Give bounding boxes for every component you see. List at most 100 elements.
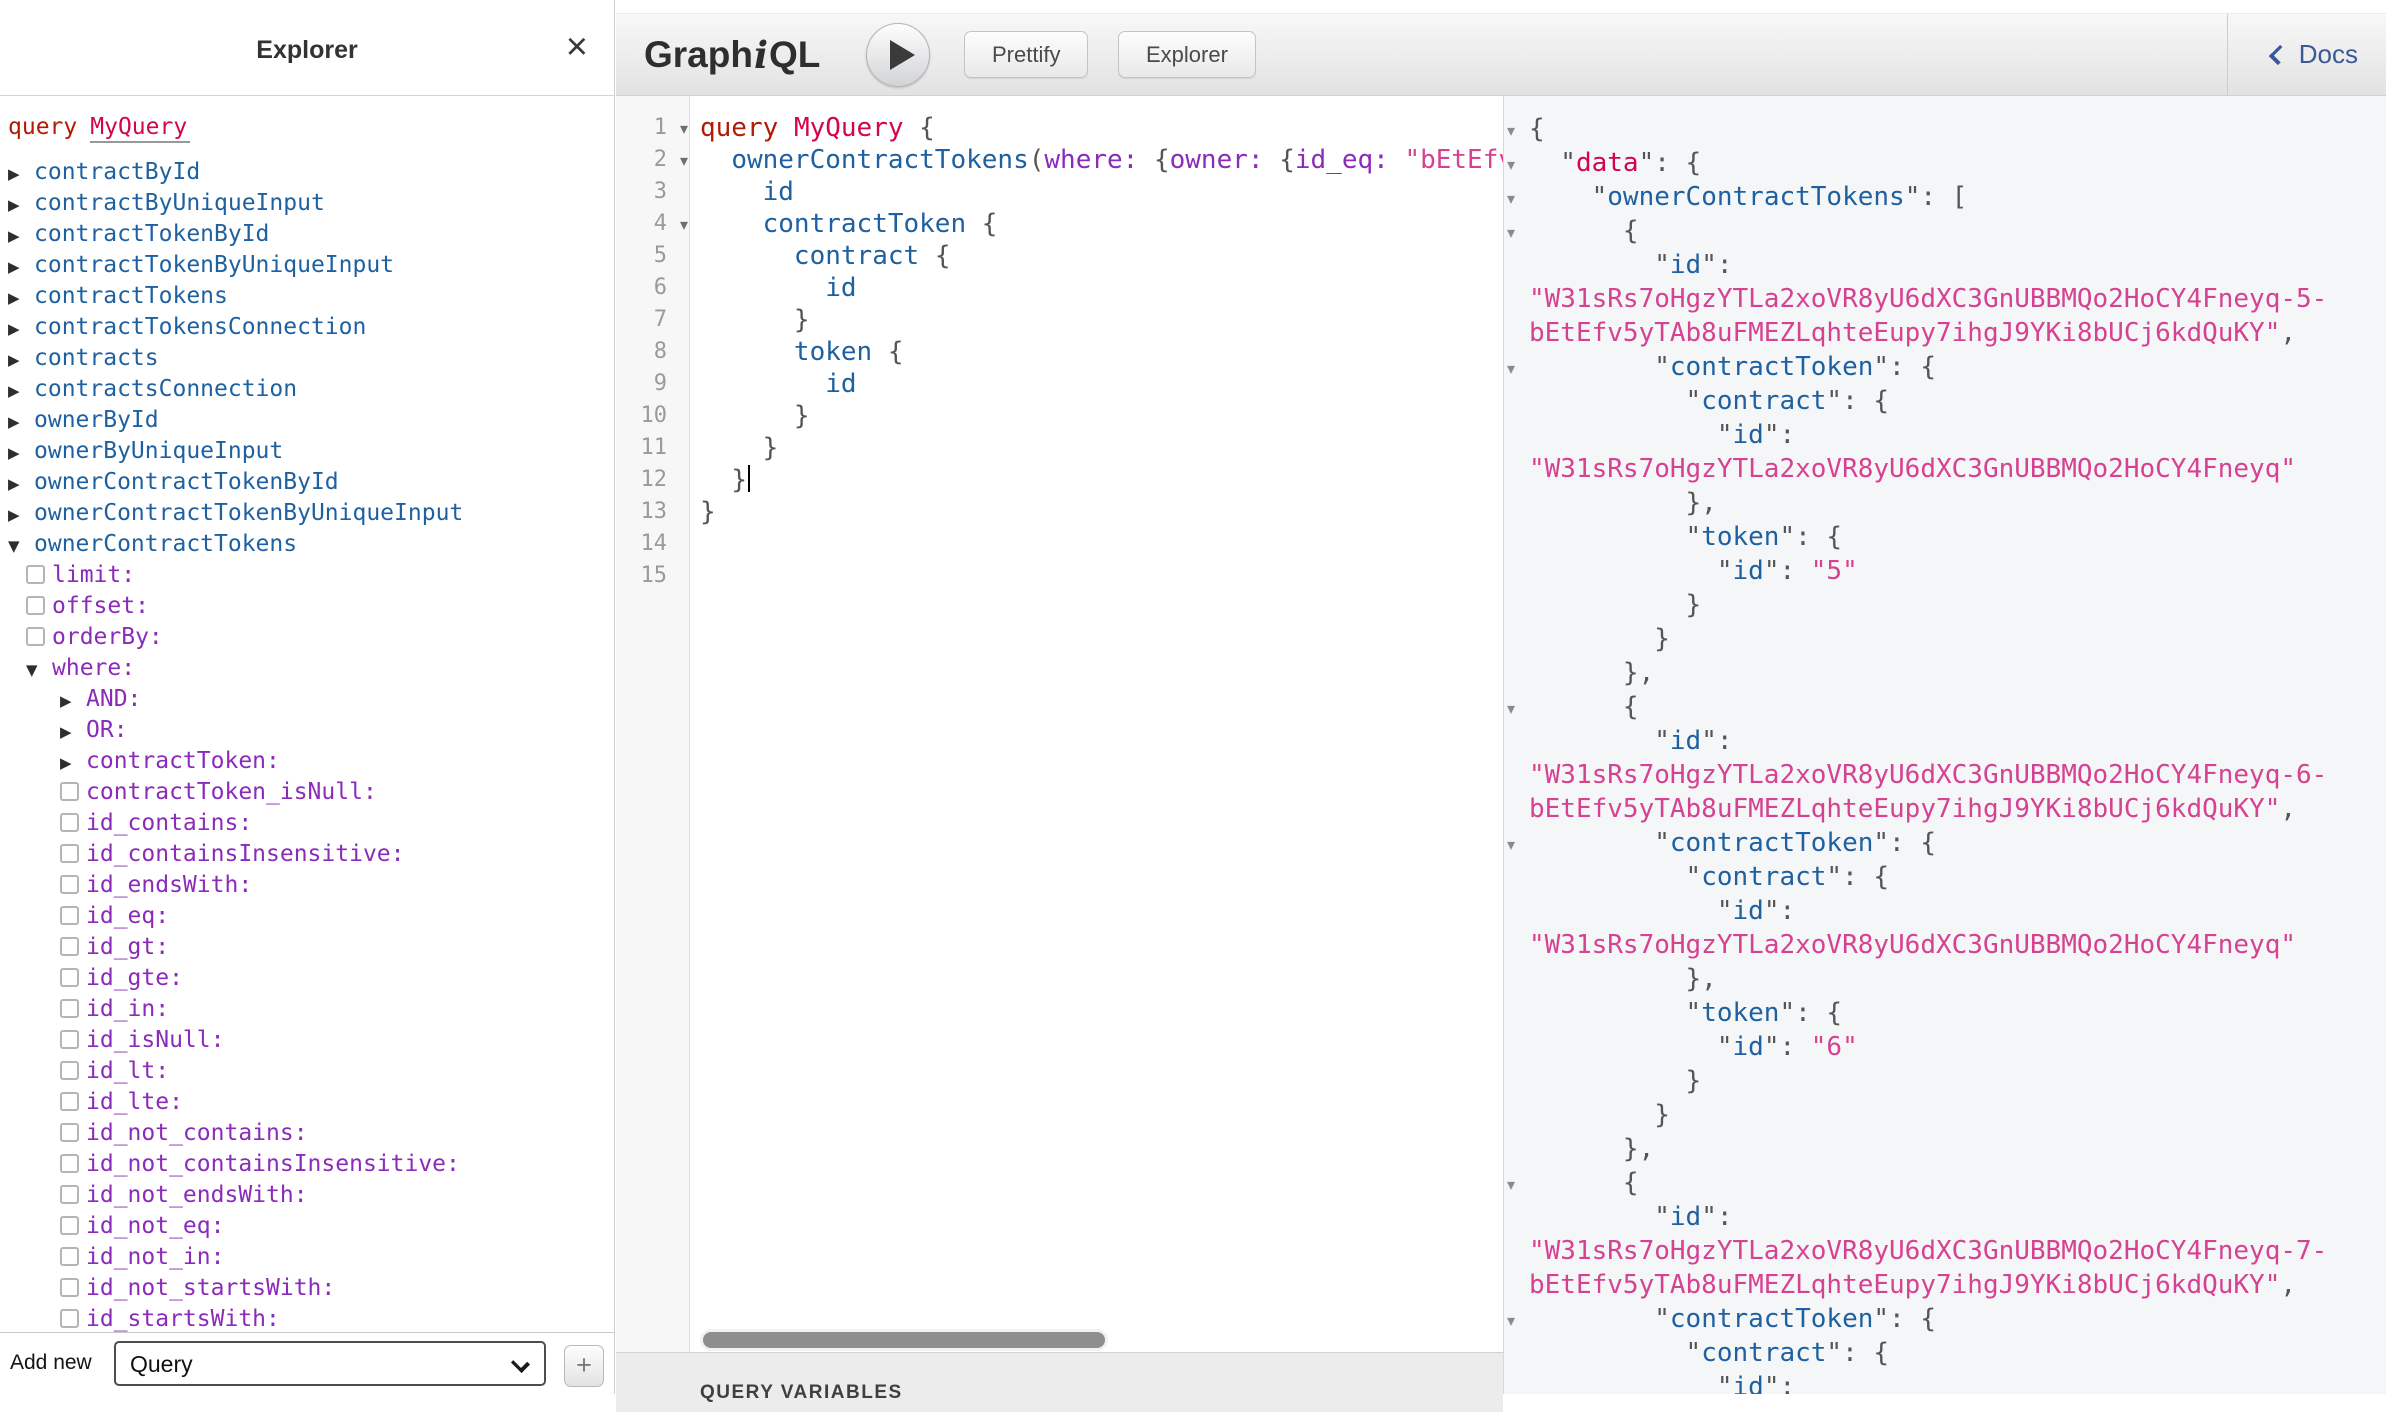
checkbox[interactable] bbox=[26, 565, 45, 584]
checkbox[interactable] bbox=[60, 782, 79, 801]
tree-item-contractTokenByUniqueInput[interactable]: ▶contractTokenByUniqueInput bbox=[0, 250, 614, 281]
code-line[interactable] bbox=[700, 528, 1503, 560]
fold-arrow-icon[interactable]: ▾ bbox=[1507, 148, 1515, 182]
fold-arrow-icon[interactable]: ▾ bbox=[1507, 1304, 1515, 1338]
tree-item-id_in[interactable]: id_in: bbox=[0, 994, 614, 1025]
fold-arrow-icon[interactable]: ▾ bbox=[1507, 692, 1515, 726]
chevron-down-icon[interactable]: ▼ bbox=[26, 655, 52, 686]
chevron-right-icon[interactable]: ▶ bbox=[8, 252, 34, 283]
tree-item-id_startsWith[interactable]: id_startsWith: bbox=[0, 1304, 614, 1332]
tree-item-contractToken[interactable]: ▶contractToken: bbox=[0, 746, 614, 777]
tree-item-id_containsInsensitive[interactable]: id_containsInsensitive: bbox=[0, 839, 614, 870]
code-line[interactable]: id bbox=[700, 176, 1503, 208]
execute-query-button[interactable] bbox=[866, 23, 930, 87]
tree-item-id_eq[interactable]: id_eq: bbox=[0, 901, 614, 932]
checkbox[interactable] bbox=[26, 596, 45, 615]
code-line[interactable]: contract { bbox=[700, 240, 1503, 272]
code-line[interactable]: } bbox=[700, 464, 1503, 496]
prettify-button[interactable]: Prettify bbox=[964, 31, 1088, 78]
tree-item-id_gt[interactable]: id_gt: bbox=[0, 932, 614, 963]
tree-item-where[interactable]: ▼where: bbox=[0, 653, 614, 684]
fold-arrow-icon[interactable]: ▾ bbox=[1507, 182, 1515, 216]
tree-item-contractToken_isNull[interactable]: contractToken_isNull: bbox=[0, 777, 614, 808]
tree-item-contractTokens[interactable]: ▶contractTokens bbox=[0, 281, 614, 312]
fold-arrow-icon[interactable]: ▾ bbox=[1507, 352, 1515, 386]
query-name-row[interactable]: queryMyQuery bbox=[0, 112, 614, 143]
fold-arrow-icon[interactable]: ▾ bbox=[1507, 114, 1515, 148]
tree-item-id_not_containsInsensitive[interactable]: id_not_containsInsensitive: bbox=[0, 1149, 614, 1180]
tree-item-OR[interactable]: ▶OR: bbox=[0, 715, 614, 746]
tree-item-contractByUniqueInput[interactable]: ▶contractByUniqueInput bbox=[0, 188, 614, 219]
horizontal-scrollbar[interactable] bbox=[700, 1329, 1108, 1351]
fold-arrow-icon[interactable]: ▾ bbox=[1507, 216, 1515, 250]
checkbox[interactable] bbox=[60, 1216, 79, 1235]
tree-item-id_lt[interactable]: id_lt: bbox=[0, 1056, 614, 1087]
tree-item-ownerByUniqueInput[interactable]: ▶ownerByUniqueInput bbox=[0, 436, 614, 467]
code-line[interactable]: } bbox=[700, 304, 1503, 336]
tree-item-offset[interactable]: offset: bbox=[0, 591, 614, 622]
tree-item-contractById[interactable]: ▶contractById bbox=[0, 157, 614, 188]
checkbox[interactable] bbox=[60, 1247, 79, 1266]
code-line[interactable]: query MyQuery { bbox=[700, 112, 1503, 144]
checkbox[interactable] bbox=[60, 1092, 79, 1111]
checkbox[interactable] bbox=[60, 906, 79, 925]
checkbox[interactable] bbox=[60, 999, 79, 1018]
tree-item-limit[interactable]: limit: bbox=[0, 560, 614, 591]
checkbox[interactable] bbox=[60, 1278, 79, 1297]
code-line[interactable]: } bbox=[700, 432, 1503, 464]
tree-item-orderBy[interactable]: orderBy: bbox=[0, 622, 614, 653]
fold-arrow-icon[interactable]: ▾ bbox=[680, 209, 688, 241]
tree-item-id_not_contains[interactable]: id_not_contains: bbox=[0, 1118, 614, 1149]
fold-arrow-icon[interactable]: ▾ bbox=[1507, 828, 1515, 862]
explorer-toggle-button[interactable]: Explorer bbox=[1118, 31, 1256, 78]
chevron-right-icon[interactable]: ▶ bbox=[8, 469, 34, 500]
docs-link[interactable]: Docs bbox=[2271, 14, 2358, 95]
chevron-right-icon[interactable]: ▶ bbox=[60, 686, 86, 717]
fold-arrow-icon[interactable]: ▾ bbox=[680, 113, 688, 145]
checkbox[interactable] bbox=[60, 1061, 79, 1080]
code-line[interactable]: ownerContractTokens(where: {owner: {id_e… bbox=[700, 144, 1503, 176]
code-line[interactable]: id bbox=[700, 368, 1503, 400]
tree-item-ownerContractTokenById[interactable]: ▶ownerContractTokenById bbox=[0, 467, 614, 498]
code-line[interactable]: contractToken { bbox=[700, 208, 1503, 240]
chevron-right-icon[interactable]: ▶ bbox=[60, 717, 86, 748]
code-line[interactable]: id bbox=[700, 272, 1503, 304]
checkbox[interactable] bbox=[26, 627, 45, 646]
checkbox[interactable] bbox=[60, 844, 79, 863]
close-icon[interactable]: × bbox=[566, 28, 588, 66]
checkbox[interactable] bbox=[60, 1309, 79, 1328]
code-line[interactable]: } bbox=[700, 496, 1503, 528]
add-operation-button[interactable]: + bbox=[564, 1345, 604, 1387]
tree-item-AND[interactable]: ▶AND: bbox=[0, 684, 614, 715]
chevron-right-icon[interactable]: ▶ bbox=[8, 221, 34, 252]
tree-item-id_endsWith[interactable]: id_endsWith: bbox=[0, 870, 614, 901]
code-line[interactable]: token { bbox=[700, 336, 1503, 368]
add-new-type-select[interactable]: Query bbox=[114, 1341, 546, 1386]
tree-item-id_contains[interactable]: id_contains: bbox=[0, 808, 614, 839]
chevron-right-icon[interactable]: ▶ bbox=[8, 314, 34, 345]
checkbox[interactable] bbox=[60, 1123, 79, 1142]
tree-item-id_isNull[interactable]: id_isNull: bbox=[0, 1025, 614, 1056]
tree-item-contractTokenById[interactable]: ▶contractTokenById bbox=[0, 219, 614, 250]
chevron-right-icon[interactable]: ▶ bbox=[8, 500, 34, 531]
chevron-right-icon[interactable]: ▶ bbox=[8, 438, 34, 469]
checkbox[interactable] bbox=[60, 875, 79, 894]
chevron-right-icon[interactable]: ▶ bbox=[8, 376, 34, 407]
fold-arrow-icon[interactable]: ▾ bbox=[680, 145, 688, 177]
tree-item-ownerById[interactable]: ▶ownerById bbox=[0, 405, 614, 436]
tree-item-id_not_startsWith[interactable]: id_not_startsWith: bbox=[0, 1273, 614, 1304]
tree-item-ownerContractTokenByUniqueInput[interactable]: ▶ownerContractTokenByUniqueInput bbox=[0, 498, 614, 529]
checkbox[interactable] bbox=[60, 813, 79, 832]
checkbox[interactable] bbox=[60, 937, 79, 956]
tree-item-ownerContractTokens[interactable]: ▼ownerContractTokens bbox=[0, 529, 614, 560]
checkbox[interactable] bbox=[60, 1185, 79, 1204]
chevron-right-icon[interactable]: ▶ bbox=[60, 748, 86, 779]
chevron-right-icon[interactable]: ▶ bbox=[8, 190, 34, 221]
tree-item-id_lte[interactable]: id_lte: bbox=[0, 1087, 614, 1118]
query-name-input[interactable]: MyQuery bbox=[90, 114, 190, 143]
checkbox[interactable] bbox=[60, 1030, 79, 1049]
chevron-down-icon[interactable]: ▼ bbox=[8, 531, 34, 562]
code-line[interactable]: } bbox=[700, 400, 1503, 432]
tree-item-contractsConnection[interactable]: ▶contractsConnection bbox=[0, 374, 614, 405]
tree-item-contracts[interactable]: ▶contracts bbox=[0, 343, 614, 374]
